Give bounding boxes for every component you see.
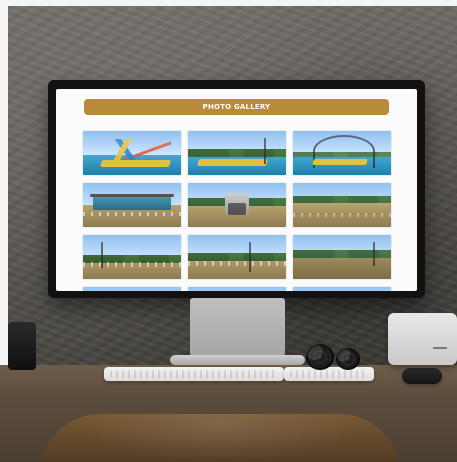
fence: [293, 212, 391, 218]
keyboard: [104, 367, 284, 381]
photo-gallery-title-bar: PHOTO GALLERY: [84, 99, 389, 115]
monitor-stand: [190, 298, 285, 356]
mini-pc: [388, 313, 457, 365]
photo-gallery-title: PHOTO GALLERY: [202, 103, 271, 111]
photo-thumbnail[interactable]: [293, 183, 391, 227]
pinecone: [336, 348, 360, 370]
deck: [311, 159, 368, 166]
chair: [40, 414, 400, 462]
top-border: [0, 0, 457, 6]
keypad: [284, 367, 374, 381]
background-scene: PHOTO GALLERY: [0, 0, 457, 462]
pole: [373, 241, 376, 266]
shed: [89, 193, 175, 211]
entrance-gate: [225, 192, 249, 215]
monitor: PHOTO GALLERY: [48, 80, 425, 298]
photo-thumbnail[interactable]: [293, 131, 391, 175]
trees: [188, 148, 286, 157]
photo-thumbnail[interactable]: [188, 131, 286, 175]
mouse: [402, 368, 442, 384]
pole: [264, 137, 267, 164]
pole: [248, 241, 251, 273]
photo-thumbnail[interactable]: [293, 287, 391, 291]
photo-thumbnail[interactable]: [188, 183, 286, 227]
speaker: [8, 322, 36, 370]
deck: [196, 159, 268, 167]
pinecone: [306, 344, 334, 370]
photo-thumbnail[interactable]: [188, 287, 286, 291]
ground: [293, 257, 391, 279]
sky: [293, 287, 391, 291]
sky: [188, 287, 286, 291]
photo-thumbnail[interactable]: [188, 235, 286, 279]
photo-thumbnail[interactable]: [83, 287, 181, 291]
fence: [83, 211, 181, 216]
photo-thumbnail[interactable]: [293, 235, 391, 279]
screen: PHOTO GALLERY: [56, 89, 417, 291]
fence: [188, 261, 286, 266]
photo-thumbnail[interactable]: [83, 131, 181, 175]
fence: [83, 262, 181, 267]
sky: [83, 287, 181, 291]
monitor-stand-base: [170, 355, 305, 365]
trees: [188, 253, 286, 262]
deck: [99, 160, 171, 168]
photo-thumbnail[interactable]: [83, 183, 181, 227]
photo-thumbnail[interactable]: [83, 235, 181, 279]
